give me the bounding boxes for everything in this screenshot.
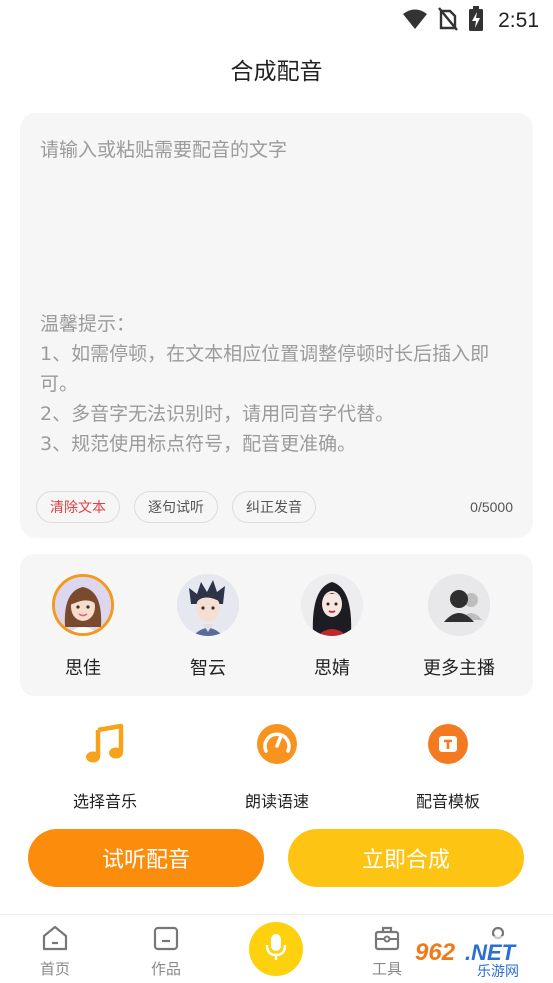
template-icon <box>426 722 470 770</box>
clear-text-button[interactable]: 清除文本 <box>36 491 120 523</box>
voice-name: 思婧 <box>314 658 350 679</box>
page-title: 合成配音 <box>230 59 323 85</box>
voice-option-sijia[interactable]: 思佳 <box>28 574 138 680</box>
voice-selector: 思佳 智云 思婧 更多主播 <box>20 554 533 696</box>
people-icon <box>428 574 490 636</box>
svg-text:962: 962 <box>415 939 456 966</box>
voice-name: 思佳 <box>65 658 101 679</box>
watermark-logo: 962 .NET 乐游网 <box>405 934 545 980</box>
reading-speed-button[interactable]: 朗读语速 <box>217 722 337 812</box>
home-icon <box>41 925 69 955</box>
microphone-icon <box>265 932 287 966</box>
char-counter: 0/5000 <box>470 499 513 515</box>
record-button[interactable] <box>249 922 303 976</box>
voice-name: 更多主播 <box>423 658 495 679</box>
music-note-icon <box>83 722 127 770</box>
status-icons: 2:51 <box>402 6 539 36</box>
tip-line: 2、多音字无法识别时，请用同音字代替。 <box>40 403 395 425</box>
header: 合成配音 <box>0 38 553 100</box>
clock: 2:51 <box>498 9 539 32</box>
tool-label: 配音模板 <box>415 792 480 811</box>
tool-label: 选择音乐 <box>72 792 137 811</box>
tips-block: 温馨提示： 1、如需停顿，在文本相应位置调整停顿时长后插入即可。 2、多音字无法… <box>40 309 518 459</box>
avatar <box>177 574 239 636</box>
nav-works[interactable]: 作品 <box>136 925 196 979</box>
folder-icon <box>152 925 180 955</box>
sentence-preview-button[interactable]: 逐句试听 <box>134 491 218 523</box>
editor-actions: 清除文本 逐句试听 纠正发音 <box>36 491 316 523</box>
battery-charging-icon <box>468 6 484 36</box>
preview-voice-button[interactable]: 试听配音 <box>28 829 264 887</box>
synthesize-now-button[interactable]: 立即合成 <box>288 829 524 887</box>
avatar <box>52 574 114 636</box>
voice-option-sijing[interactable]: 思婧 <box>277 574 387 680</box>
wifi-icon <box>402 8 428 34</box>
correct-pronunciation-button[interactable]: 纠正发音 <box>232 491 316 523</box>
avatar <box>301 574 363 636</box>
nav-label: 工具 <box>371 960 402 978</box>
tool-label: 朗读语速 <box>244 792 309 811</box>
text-input-area[interactable]: 请输入或粘贴需要配音的文字 温馨提示： 1、如需停顿，在文本相应位置调整停顿时长… <box>20 113 533 538</box>
select-music-button[interactable]: 选择音乐 <box>45 722 165 812</box>
status-bar: 2:51 <box>0 0 553 38</box>
toolbox-icon <box>373 925 401 955</box>
tip-line: 1、如需停顿，在文本相应位置调整停顿时长后插入即可。 <box>40 343 490 395</box>
speed-gauge-icon <box>255 722 299 770</box>
avatar <box>428 574 490 636</box>
svg-text:乐游网: 乐游网 <box>477 964 519 980</box>
text-placeholder: 请输入或粘贴需要配音的文字 <box>40 139 288 161</box>
nav-label: 作品 <box>150 960 181 978</box>
voice-name: 智云 <box>190 658 226 679</box>
tip-line: 3、规范使用标点符号，配音更准确。 <box>40 433 357 455</box>
nav-label: 首页 <box>39 960 70 978</box>
nav-home[interactable]: 首页 <box>25 925 85 979</box>
voice-template-button[interactable]: 配音模板 <box>388 722 508 812</box>
no-sim-icon <box>438 7 459 35</box>
tips-title: 温馨提示： <box>40 313 136 335</box>
more-voices-button[interactable]: 更多主播 <box>404 574 514 680</box>
svg-text:.NET: .NET <box>465 940 517 965</box>
voice-option-zhiyun[interactable]: 智云 <box>153 574 263 680</box>
